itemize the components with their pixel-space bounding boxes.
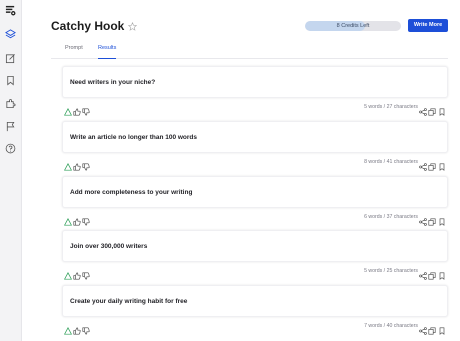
star-icon[interactable] (128, 21, 138, 31)
layers-icon[interactable] (4, 28, 17, 41)
title-text: Catchy Hook (51, 19, 125, 33)
warning-icon[interactable] (63, 267, 73, 280)
bookmark-icon[interactable] (438, 103, 446, 116)
thumbs-down-icon[interactable] (82, 158, 90, 171)
thumbs-up-icon[interactable] (73, 103, 81, 116)
warning-icon[interactable] (63, 322, 73, 335)
thumbs-up-icon[interactable] (73, 158, 81, 171)
thumbs-up-icon[interactable] (73, 322, 81, 335)
result-card[interactable]: Need writers in your niche? (62, 66, 448, 98)
result-actions: 5 words / 25 characters (62, 267, 448, 280)
result-text: Need writers in your niche? (70, 79, 156, 86)
result-text: Create your daily writing habit for free (70, 298, 188, 305)
bookmark-icon[interactable] (438, 213, 446, 226)
page-title: Catchy Hook (51, 19, 138, 33)
help-icon[interactable] (4, 142, 17, 155)
share-icon[interactable] (419, 267, 427, 280)
thumbs-up-icon[interactable] (73, 267, 81, 280)
result-actions: 5 words / 27 characters (62, 103, 448, 116)
thumbs-down-icon[interactable] (82, 213, 90, 226)
copy-icon[interactable] (428, 103, 436, 116)
share-icon[interactable] (419, 158, 427, 171)
puzzle-icon[interactable] (4, 97, 17, 110)
thumbs-down-icon[interactable] (82, 322, 90, 335)
tab-results[interactable]: Results (98, 45, 117, 59)
result-item: Need writers in your niche? 5 words / 27… (62, 66, 448, 120)
result-text: Write an article no longer than 100 word… (70, 134, 198, 141)
write-more-button[interactable]: Write More (408, 19, 448, 32)
result-text: Add more completeness to your writing (70, 189, 193, 196)
tab-prompt[interactable]: Prompt (65, 45, 83, 59)
result-meta: 5 words / 27 characters (364, 104, 418, 110)
bookmark-icon[interactable] (438, 158, 446, 171)
copy-icon[interactable] (428, 267, 436, 280)
share-icon[interactable] (419, 103, 427, 116)
main-panel: Catchy Hook 8 Credits Left Write More Pr… (22, 0, 460, 341)
result-card[interactable]: Join over 300,000 writers (62, 230, 448, 262)
bookmark-icon[interactable] (438, 267, 446, 280)
copy-icon[interactable] (428, 158, 436, 171)
result-text: Join over 300,000 writers (70, 243, 148, 250)
result-card[interactable]: Write an article no longer than 100 word… (62, 121, 448, 153)
result-item: Create your daily writing habit for free… (62, 285, 448, 339)
share-icon[interactable] (419, 213, 427, 226)
result-item: Join over 300,000 writers 5 words / 25 c… (62, 230, 448, 284)
tab-bar: Prompt Results (51, 44, 448, 59)
result-meta: 8 words / 41 characters (364, 159, 418, 165)
result-meta: 7 words / 40 characters (364, 323, 418, 329)
thumbs-up-icon[interactable] (73, 213, 81, 226)
result-item: Write an article no longer than 100 word… (62, 121, 448, 175)
bookmark-icon[interactable] (438, 322, 446, 335)
credits-label: 8 Credits Left (336, 23, 370, 29)
sidebar (0, 0, 22, 341)
share-icon[interactable] (419, 322, 427, 335)
warning-icon[interactable] (63, 103, 73, 116)
result-meta: 6 words / 37 characters (364, 214, 418, 220)
result-actions: 7 words / 40 characters (62, 322, 448, 335)
edit-icon[interactable] (4, 52, 17, 65)
result-meta: 5 words / 25 characters (364, 268, 418, 274)
bookmark-icon[interactable] (4, 74, 17, 87)
logo-icon[interactable] (4, 4, 17, 17)
result-card[interactable]: Add more completeness to your writing (62, 176, 448, 208)
thumbs-down-icon[interactable] (82, 267, 90, 280)
thumbs-down-icon[interactable] (82, 103, 90, 116)
flag-icon[interactable] (4, 120, 17, 133)
copy-icon[interactable] (428, 322, 436, 335)
credits-progress: 8 Credits Left (305, 21, 401, 31)
warning-icon[interactable] (63, 158, 73, 171)
result-actions: 6 words / 37 characters (62, 213, 448, 226)
result-card[interactable]: Create your daily writing habit for free (62, 285, 448, 317)
copy-icon[interactable] (428, 213, 436, 226)
warning-icon[interactable] (63, 213, 73, 226)
result-actions: 8 words / 41 characters (62, 158, 448, 171)
result-item: Add more completeness to your writing 6 … (62, 176, 448, 230)
